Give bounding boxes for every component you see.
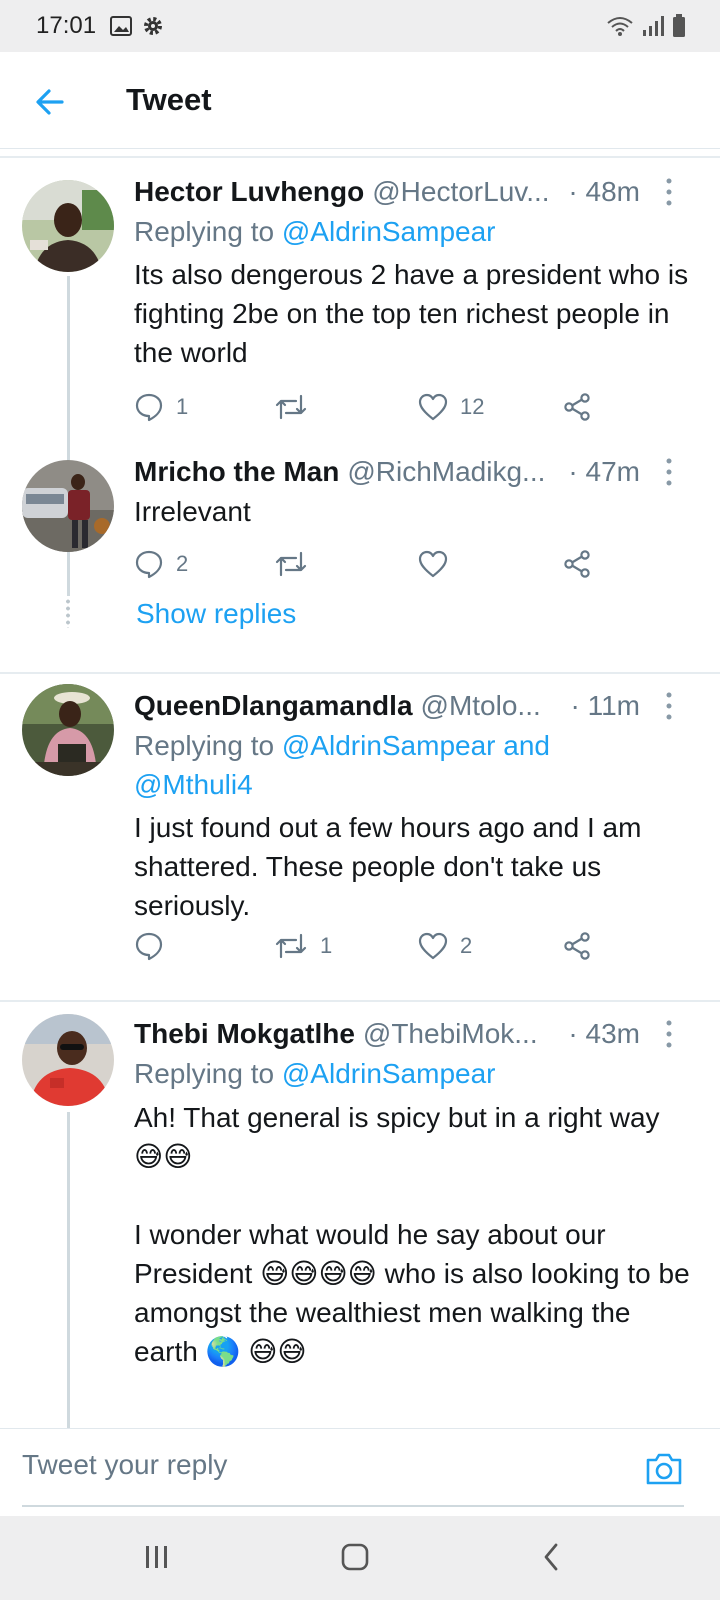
- tweet-header: Mricho the Man @RichMadikg... · 47m: [134, 452, 700, 492]
- tweet-divider: [0, 1000, 720, 1002]
- reply-button[interactable]: [134, 926, 176, 966]
- reply-icon: [135, 393, 163, 422]
- avatar[interactable]: [22, 1014, 114, 1106]
- tweet-text: Its also dengerous 2 have a president wh…: [134, 259, 689, 368]
- like-button[interactable]: [418, 544, 460, 584]
- like-button[interactable]: 12: [418, 387, 484, 427]
- author-handle[interactable]: @RichMadikg...: [347, 456, 545, 488]
- author-name[interactable]: Thebi Mokgatlhe: [134, 1018, 355, 1050]
- tweet-age: · 43m: [568, 1018, 640, 1049]
- reply-count: 2: [176, 551, 189, 576]
- author-handle[interactable]: @HectorLuv...: [372, 176, 549, 208]
- reply-button[interactable]: 2: [134, 544, 188, 584]
- tweet-age: · 47m: [568, 456, 640, 487]
- system-nav-bar: [0, 1516, 720, 1600]
- replying-to-link[interactable]: @AldrinSampear and: [282, 730, 550, 761]
- reply-composer: Tweet your reply: [0, 1428, 720, 1515]
- home-icon[interactable]: [340, 1542, 370, 1572]
- gallery-icon: [110, 16, 133, 36]
- tweet-text: I just found out a few hours ago and I a…: [134, 812, 642, 921]
- replying-to-link[interactable]: @AldrinSampear: [282, 216, 496, 247]
- replying-to: Replying to @AldrinSampear and @Mthuli4: [134, 726, 550, 804]
- author-name[interactable]: QueenDlangamandla: [134, 690, 413, 722]
- tweet-text-paragraph-1: Ah! That general is spicy but in a right…: [134, 1102, 660, 1172]
- replying-to-prefix: Replying to: [134, 730, 282, 761]
- tweet-actions: 1 2: [134, 926, 634, 966]
- heart-icon: [418, 393, 448, 421]
- retweet-icon: [275, 933, 307, 959]
- retweet-button[interactable]: [274, 387, 320, 427]
- more-options-icon[interactable]: [666, 456, 672, 488]
- tweet-text: Irrelevant: [134, 496, 251, 527]
- back-nav-icon[interactable]: [540, 1542, 562, 1572]
- reply-count: 1: [176, 394, 189, 419]
- tweet-actions: 1 12: [134, 387, 634, 427]
- replying-to-prefix: Replying to: [134, 216, 282, 247]
- replies-feed[interactable]: Hector Luvhengo @HectorLuv... · 48m Repl…: [0, 158, 720, 1428]
- retweet-icon: [275, 394, 307, 420]
- show-replies-link[interactable]: Show replies: [136, 598, 296, 630]
- like-button[interactable]: 2: [418, 926, 472, 966]
- recent-apps-icon[interactable]: [144, 1542, 170, 1572]
- tweet-age: · 11m: [570, 690, 641, 721]
- reply-input[interactable]: Tweet your reply: [22, 1449, 227, 1481]
- share-button[interactable]: [562, 926, 592, 966]
- retweet-icon: [275, 551, 307, 577]
- tweet-header: Thebi Mokgatlhe @ThebiMok... · 43m: [134, 1014, 700, 1054]
- thread-line: [67, 1112, 70, 1428]
- replying-to: Replying to @AldrinSampear: [134, 212, 496, 251]
- author-handle[interactable]: @Mtolo...: [421, 690, 541, 722]
- replying-to: Replying to @AldrinSampear: [134, 1054, 496, 1093]
- share-icon: [564, 393, 590, 421]
- reply-icon: [135, 550, 163, 579]
- retweet-button[interactable]: [274, 544, 320, 584]
- back-arrow-icon[interactable]: [30, 82, 70, 122]
- thread-line: [67, 556, 70, 596]
- signal-icon: [643, 16, 664, 36]
- status-bar: 17:01: [0, 0, 720, 52]
- battery-icon: [673, 14, 685, 37]
- retweet-button[interactable]: 1: [274, 926, 332, 966]
- share-button[interactable]: [562, 387, 592, 427]
- avatar[interactable]: [22, 684, 114, 776]
- reply-input-underline: [22, 1505, 684, 1507]
- wifi-icon: [607, 17, 633, 36]
- app-header: Tweet: [0, 52, 720, 149]
- more-options-icon[interactable]: [666, 690, 672, 722]
- more-options-icon[interactable]: [666, 1018, 672, 1050]
- status-time: 17:01: [36, 12, 97, 39]
- retweet-count: 1: [320, 933, 333, 958]
- camera-icon[interactable]: [644, 1451, 684, 1487]
- share-button[interactable]: [562, 544, 592, 584]
- tweet-divider: [0, 672, 720, 674]
- like-count: 2: [460, 933, 473, 958]
- thread-dots: [66, 598, 70, 628]
- replying-to-link[interactable]: @AldrinSampear: [282, 1058, 496, 1089]
- share-icon: [564, 550, 590, 578]
- avatar[interactable]: [22, 180, 114, 272]
- replying-to-prefix: Replying to: [134, 1058, 282, 1089]
- like-count: 12: [460, 394, 485, 419]
- share-icon: [564, 932, 590, 960]
- author-handle[interactable]: @ThebiMok...: [363, 1018, 538, 1050]
- tweet-header: Hector Luvhengo @HectorLuv... · 48m: [134, 172, 700, 212]
- author-name[interactable]: Mricho the Man: [134, 456, 339, 488]
- tweet-header: QueenDlangamandla @Mtolo... · 11m: [134, 686, 700, 726]
- author-name[interactable]: Hector Luvhengo: [134, 176, 364, 208]
- more-options-icon[interactable]: [666, 176, 672, 208]
- reply-icon: [135, 932, 163, 961]
- tweet-age: · 48m: [568, 176, 640, 207]
- page-title: Tweet: [126, 82, 212, 117]
- heart-icon: [418, 932, 448, 960]
- reply-button[interactable]: 1: [134, 387, 188, 427]
- replying-to-link-2[interactable]: @Mthuli4: [134, 769, 253, 800]
- tweet-text-paragraph-2: I wonder what would he say about our Pre…: [134, 1219, 690, 1367]
- heart-icon: [418, 550, 448, 578]
- avatar[interactable]: [22, 460, 114, 552]
- settings-icon: [144, 17, 163, 35]
- tweet-actions: 2: [134, 544, 634, 584]
